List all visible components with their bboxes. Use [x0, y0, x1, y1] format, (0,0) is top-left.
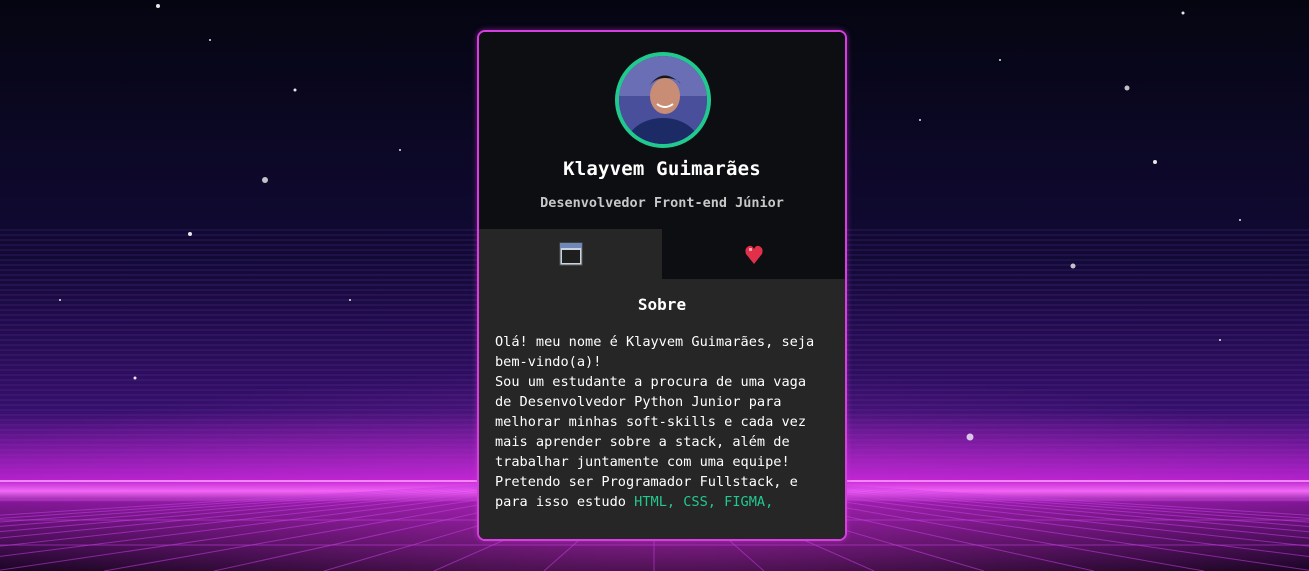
profile-name: Klayvem Guimarães — [563, 158, 761, 180]
about-text: Olá! meu nome é Klayvem Guimarães, seja … — [495, 332, 829, 512]
tab-about[interactable] — [479, 229, 662, 279]
about-panel: Sobre Olá! meu nome é Klayvem Guimarães,… — [479, 279, 845, 539]
profile-card: Klayvem Guimarães Desenvolvedor Front-en… — [477, 30, 847, 541]
profile-role: Desenvolvedor Front-end Júnior — [540, 195, 784, 211]
about-title: Sobre — [637, 295, 687, 314]
avatar — [615, 52, 711, 148]
tab-favorites[interactable] — [662, 229, 845, 279]
about-skills-highlight: HTML, CSS, FIGMA, — [634, 494, 774, 510]
avatar-photo — [619, 56, 707, 144]
about-line-goal: Sou um estudante a procura de uma vaga d… — [495, 374, 806, 470]
window-icon — [559, 242, 582, 266]
profile-header: Klayvem Guimarães Desenvolvedor Front-en… — [479, 32, 845, 229]
tab-bar — [479, 229, 845, 279]
about-line-greeting: Olá! meu nome é Klayvem Guimarães, seja … — [495, 334, 815, 370]
heart-icon — [744, 245, 763, 264]
